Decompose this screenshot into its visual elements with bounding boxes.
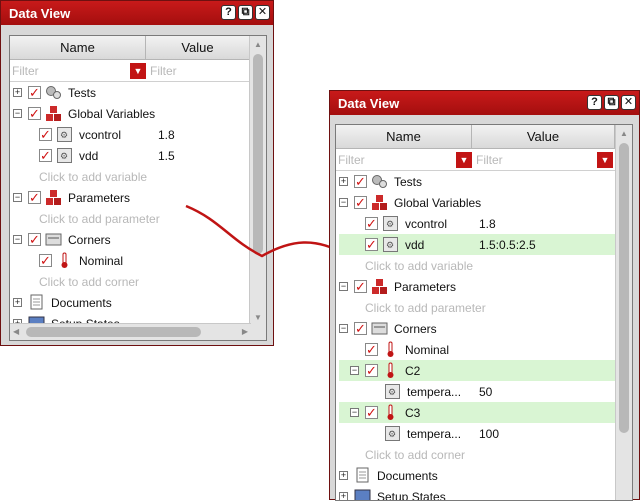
help-button[interactable]: ? (587, 95, 602, 110)
expand-icon[interactable]: + (339, 177, 348, 186)
filter-placeholder: Filter (476, 153, 503, 167)
collapse-icon[interactable]: − (339, 282, 348, 291)
tree-item-vcontrol[interactable]: ✓ ⚙ vcontrol 1.8 (339, 213, 632, 234)
name-column-header[interactable]: Name (336, 125, 472, 148)
tree-panel: Name Value Filter ▼ Filter ▼ + ✓ Tests −… (335, 124, 633, 501)
documents-icon (354, 467, 371, 484)
svg-text:⚙: ⚙ (388, 429, 396, 439)
collapse-icon[interactable]: − (350, 408, 359, 417)
tree-item-c3-temperature[interactable]: ⚙ tempera... 100 (339, 423, 632, 444)
checkbox[interactable]: ✓ (354, 280, 367, 293)
tree-item-setup-states[interactable]: + Setup States (339, 486, 632, 501)
tree-item-c2-temperature[interactable]: ⚙ tempera... 50 (339, 381, 632, 402)
add-corner-row[interactable]: Click to add corner (339, 444, 632, 465)
thermometer-icon (382, 362, 399, 379)
expand-icon[interactable]: + (339, 471, 348, 480)
checkbox[interactable]: ✓ (365, 217, 378, 230)
tree-item-vdd[interactable]: ✓ ⚙ vdd 1.5:0.5:2.5 (339, 234, 632, 255)
tree-item-label: C2 (405, 364, 420, 378)
var-icon: ⚙ (384, 383, 401, 400)
setup-states-icon (354, 488, 371, 501)
tree-item-corners[interactable]: − ✓ Corners (339, 318, 632, 339)
close-button[interactable]: ✕ (621, 95, 636, 110)
tree-item-c3[interactable]: − ✓ C3 (339, 402, 632, 423)
filter-row: Filter ▼ Filter ▼ (336, 149, 632, 171)
parameters-icon (371, 278, 388, 295)
variable-value[interactable]: 1.8 (479, 217, 496, 231)
restore-button[interactable]: ⧉ (604, 95, 619, 110)
title-bar: Data View ? ⧉ ✕ (330, 91, 639, 115)
svg-text:⚙: ⚙ (386, 240, 394, 250)
thermometer-icon (382, 341, 399, 358)
tree-item-c2[interactable]: − ✓ C2 (339, 360, 632, 381)
tests-icon (371, 173, 388, 190)
tree-item-label: Setup States (377, 490, 446, 501)
variable-value[interactable]: 100 (479, 427, 499, 441)
tree-item-label: Nominal (405, 343, 449, 357)
filter-dropdown-icon[interactable]: ▼ (456, 152, 472, 168)
value-column-header[interactable]: Value (472, 125, 615, 148)
collapse-icon[interactable]: − (350, 366, 359, 375)
tree-item-documents[interactable]: + Documents (339, 465, 632, 486)
tree-item-label: Tests (394, 175, 422, 189)
checkbox[interactable]: ✓ (365, 364, 378, 377)
svg-text:⚙: ⚙ (388, 387, 396, 397)
checkbox[interactable]: ✓ (365, 238, 378, 251)
vertical-scrollbar[interactable]: ▲ (615, 125, 632, 501)
variable-name: tempera... (407, 427, 461, 441)
data-view-window-right: Data View ? ⧉ ✕ Name Value Filter ▼ Filt… (329, 90, 640, 500)
tree-item-label: Parameters (394, 280, 456, 294)
var-icon: ⚙ (384, 425, 401, 442)
checkbox[interactable]: ✓ (365, 343, 378, 356)
add-parameter-row[interactable]: Click to add parameter (339, 297, 632, 318)
collapse-icon[interactable]: − (339, 198, 348, 207)
scroll-up-icon[interactable]: ▲ (620, 129, 628, 138)
variable-value[interactable]: 50 (479, 385, 492, 399)
name-filter-input[interactable]: Filter ▼ (336, 149, 474, 170)
variable-name: tempera... (407, 385, 461, 399)
filter-dropdown-icon[interactable]: ▼ (597, 152, 613, 168)
tree-item-label: C3 (405, 406, 420, 420)
filter-placeholder: Filter (338, 153, 365, 167)
tree-item-nominal[interactable]: ✓ Nominal (339, 339, 632, 360)
variable-name: vcontrol (405, 217, 447, 231)
add-variable-row[interactable]: Click to add variable (339, 255, 632, 276)
tree-item-label: Documents (377, 469, 438, 483)
tree-item-label: Corners (394, 322, 437, 336)
scroll-thumb[interactable] (619, 143, 629, 433)
corners-icon (371, 320, 388, 337)
checkbox[interactable]: ✓ (354, 322, 367, 335)
tree-item-parameters[interactable]: − ✓ Parameters (339, 276, 632, 297)
checkbox[interactable]: ✓ (354, 196, 367, 209)
collapse-icon[interactable]: − (339, 324, 348, 333)
checkbox[interactable]: ✓ (354, 175, 367, 188)
svg-text:⚙: ⚙ (386, 219, 394, 229)
window-title: Data View (338, 96, 399, 111)
var-icon: ⚙ (382, 215, 399, 232)
tree-item-global-variables[interactable]: − ✓ Global Variables (339, 192, 632, 213)
column-header: Name Value (336, 125, 632, 149)
variables-icon (371, 194, 388, 211)
checkbox[interactable]: ✓ (365, 406, 378, 419)
variable-name: vdd (405, 238, 424, 252)
variable-value[interactable]: 1.5:0.5:2.5 (479, 238, 536, 252)
tree-item-tests[interactable]: + ✓ Tests (339, 171, 632, 192)
tree-item-label: Global Variables (394, 196, 481, 210)
value-filter-input[interactable]: Filter ▼ (474, 149, 615, 170)
thermometer-icon (382, 404, 399, 421)
var-icon: ⚙ (382, 236, 399, 253)
